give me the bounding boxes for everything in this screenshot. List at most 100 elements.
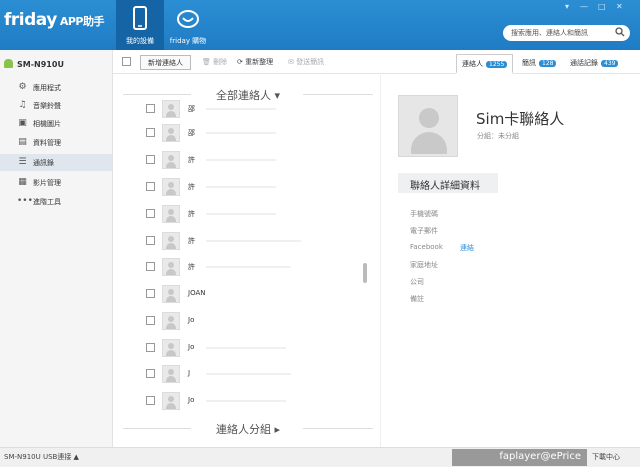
list-item[interactable]: Jo bbox=[146, 339, 356, 357]
row-checkbox[interactable] bbox=[146, 262, 155, 271]
detail-section-header: 聯絡人詳細資料 bbox=[398, 173, 498, 193]
tab-my-device[interactable]: 我的設備 bbox=[116, 0, 164, 50]
tab-my-device-label: 我的設備 bbox=[126, 37, 154, 45]
search-placeholder: 搜索應用、連絡人和簡訊 bbox=[511, 29, 588, 37]
app-logo: friday APP助手 bbox=[4, 10, 104, 30]
row-checkbox[interactable] bbox=[146, 289, 155, 298]
contact-detail-panel: Sim卡聯絡人 分組：未分組 聯絡人詳細資料 手機號碼 電子郵件 Faceboo… bbox=[380, 75, 640, 447]
row-checkbox[interactable] bbox=[146, 343, 155, 352]
row-checkbox[interactable] bbox=[146, 236, 155, 245]
contact-avatar bbox=[162, 178, 180, 196]
sidebar-item-photos[interactable]: ▣ 相機圖片 bbox=[0, 115, 112, 132]
tab-contacts[interactable]: 連絡人 1255 bbox=[456, 54, 514, 74]
menu-icon[interactable]: ▾ bbox=[565, 2, 569, 11]
sms-count-badge: 128 bbox=[539, 60, 557, 67]
contact-avatar bbox=[162, 232, 180, 250]
contact-name: 許 bbox=[188, 210, 195, 218]
android-icon bbox=[4, 59, 13, 68]
row-checkbox[interactable] bbox=[146, 209, 155, 218]
music-icon: ♫ bbox=[18, 100, 27, 110]
film-icon: ▦ bbox=[18, 177, 27, 187]
list-scrollbar[interactable] bbox=[363, 263, 367, 283]
minimize-icon[interactable]: — bbox=[580, 2, 588, 11]
tab-friday-shop[interactable]: friday 購物 bbox=[164, 0, 212, 50]
contacts-icon: ☰ bbox=[18, 157, 27, 167]
device-name: SM-N910U bbox=[4, 59, 64, 69]
search-input[interactable]: 搜索應用、連絡人和簡訊 bbox=[503, 25, 630, 41]
gear-icon: ⚙ bbox=[18, 82, 27, 92]
contact-avatar bbox=[162, 205, 180, 223]
contact-name: 許 bbox=[188, 263, 195, 271]
phone-icon bbox=[133, 6, 147, 30]
contact-avatar bbox=[162, 339, 180, 357]
list-item[interactable]: Jo bbox=[146, 392, 356, 410]
close-icon[interactable]: ✕ bbox=[616, 2, 623, 11]
send-sms-button[interactable]: ✉ 發送簡訊 bbox=[288, 57, 324, 67]
image-icon: ▣ bbox=[18, 118, 27, 128]
sidebar-item-contacts[interactable]: ☰ 通訊錄 bbox=[0, 154, 112, 171]
tab-sms[interactable]: 簡訊 128 bbox=[517, 54, 561, 74]
toolbar: 新增連絡人 🗑 刪除 ⟳ 重新整理 ✉ 發送簡訊 連絡人 1255 簡訊 128 通… bbox=[113, 50, 640, 74]
field-company: 公司 bbox=[410, 278, 424, 286]
list-item[interactable]: 邵 bbox=[146, 124, 356, 142]
list-item[interactable]: 許 bbox=[146, 178, 356, 196]
row-checkbox[interactable] bbox=[146, 128, 155, 137]
top-bar: friday APP助手 我的設備 friday 購物 ▾ — □ ✕ 搜索應用、… bbox=[0, 0, 640, 50]
contact-avatar bbox=[162, 151, 180, 169]
group-header-groups[interactable]: 連絡人分組 ▸ bbox=[123, 421, 373, 437]
list-item[interactable]: 許 bbox=[146, 205, 356, 223]
contact-name: J bbox=[188, 369, 191, 377]
contact-list: 全部連絡人 ▾ 邵 邵 許 許 許 許 許 JOAN Jo Jo J Jo 連絡… bbox=[113, 75, 380, 447]
refresh-button[interactable]: ⟳ 重新整理 bbox=[237, 57, 273, 67]
maximize-icon[interactable]: □ bbox=[598, 2, 606, 11]
more-icon: ••• bbox=[17, 196, 33, 206]
list-item[interactable]: 邵 bbox=[146, 100, 356, 118]
sidebar-item-videos[interactable]: ▦ 影片管理 bbox=[0, 174, 112, 191]
contact-avatar bbox=[162, 258, 180, 276]
contact-name: 邵 bbox=[188, 105, 195, 113]
row-checkbox[interactable] bbox=[146, 316, 155, 325]
folder-icon: ▤ bbox=[18, 137, 27, 147]
call-log-count-badge: 439 bbox=[601, 60, 619, 67]
select-all-checkbox[interactable] bbox=[122, 57, 131, 66]
contact-name: 邵 bbox=[188, 129, 195, 137]
list-item[interactable]: JOAN bbox=[146, 285, 356, 303]
list-item[interactable]: 許 bbox=[146, 151, 356, 169]
contact-avatar bbox=[162, 285, 180, 303]
contact-title: Sim卡聯絡人 bbox=[476, 110, 565, 128]
sidebar-item-files[interactable]: ▤ 資料管理 bbox=[0, 134, 112, 151]
list-item[interactable]: 許 bbox=[146, 258, 356, 276]
status-bar: SM-N910U USB連接 ▲ faplayer@ePrice 下載中心 bbox=[0, 447, 640, 467]
contact-name: 許 bbox=[188, 183, 195, 191]
list-item[interactable]: J bbox=[146, 365, 356, 383]
contact-name: Jo bbox=[188, 396, 195, 404]
contact-name: JOAN bbox=[188, 289, 206, 297]
contact-photo bbox=[398, 95, 458, 157]
contact-avatar bbox=[162, 365, 180, 383]
row-checkbox[interactable] bbox=[146, 396, 155, 405]
sidebar-item-music[interactable]: ♫ 音樂鈴聲 bbox=[0, 97, 112, 114]
list-item[interactable]: 許 bbox=[146, 232, 356, 250]
row-checkbox[interactable] bbox=[146, 369, 155, 378]
contact-name: Jo bbox=[188, 343, 195, 351]
add-contact-button[interactable]: 新增連絡人 bbox=[140, 55, 191, 70]
tab-call-log[interactable]: 通話記錄 439 bbox=[565, 54, 623, 74]
contact-name: 許 bbox=[188, 237, 195, 245]
connection-status[interactable]: SM-N910U USB連接 ▲ bbox=[4, 452, 79, 462]
row-checkbox[interactable] bbox=[146, 182, 155, 191]
row-checkbox[interactable] bbox=[146, 155, 155, 164]
row-checkbox[interactable] bbox=[146, 104, 155, 113]
facebook-link[interactable]: 連結 bbox=[460, 243, 474, 253]
sidebar-item-apps[interactable]: ⚙ 應用程式 bbox=[0, 79, 112, 96]
contact-avatar bbox=[162, 392, 180, 410]
contact-avatar bbox=[162, 124, 180, 142]
sidebar-item-tools[interactable]: ••• 進階工具 bbox=[0, 193, 112, 210]
search-icon[interactable] bbox=[615, 27, 625, 37]
watermark: faplayer@ePrice bbox=[452, 449, 587, 466]
list-item[interactable]: Jo bbox=[146, 312, 356, 330]
field-notes: 備註 bbox=[410, 295, 424, 303]
contact-group: 分組：未分組 bbox=[477, 132, 519, 140]
download-center-button[interactable]: 下載中心 bbox=[592, 452, 620, 462]
contact-avatar bbox=[162, 312, 180, 330]
delete-button[interactable]: 🗑 刪除 bbox=[202, 57, 227, 67]
